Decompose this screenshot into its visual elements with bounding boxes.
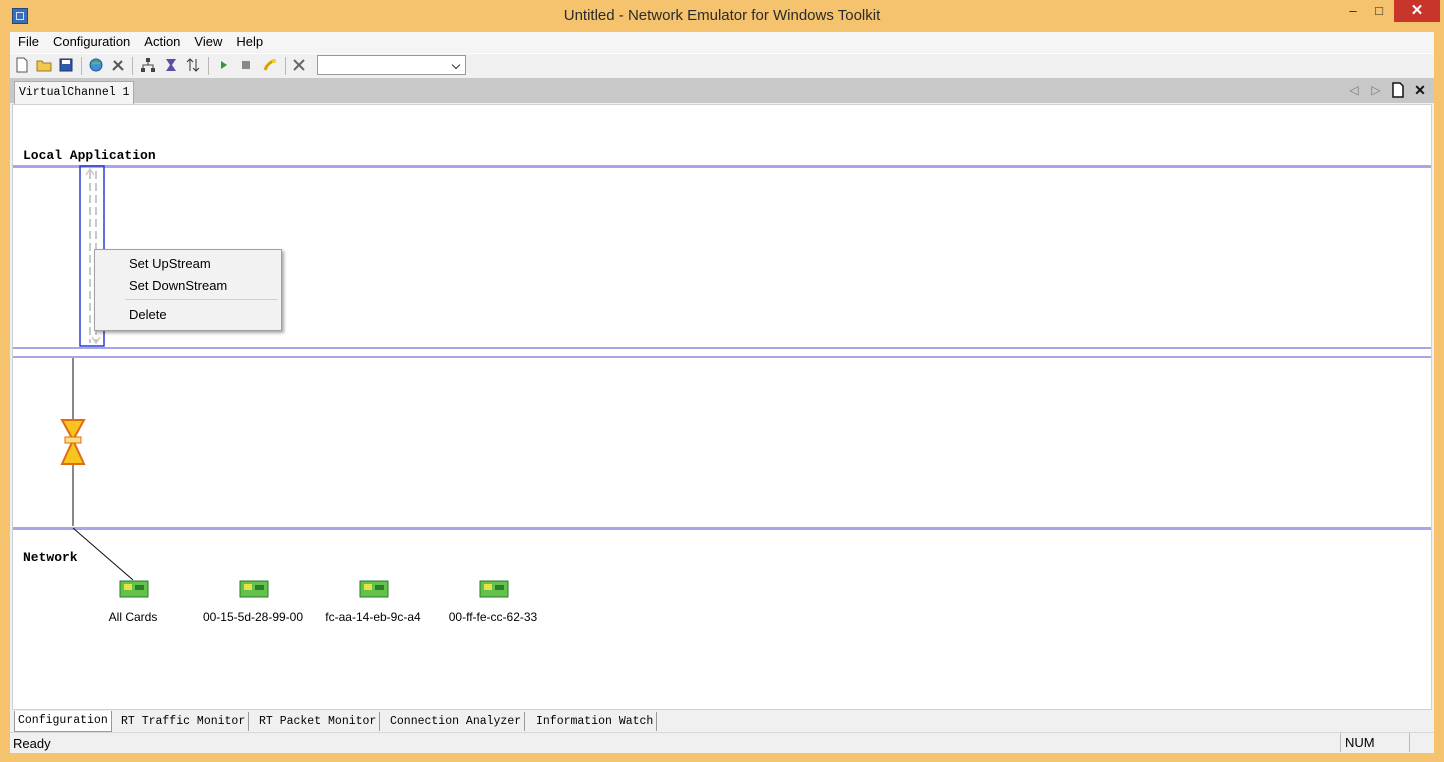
card-icon-all[interactable] [119,579,149,599]
local-application-label: Local Application [23,148,156,163]
tab-connection-analyzer[interactable]: Connection Analyzer [387,712,526,731]
card-label-2: fc-aa-14-eb-9c-a4 [325,610,421,624]
network-connector-line [72,528,134,580]
menu-view[interactable]: View [187,32,229,52]
tab-rt-traffic-monitor[interactable]: RT Traffic Monitor [118,712,250,731]
disconnect-icon[interactable] [291,57,307,73]
status-text: Ready [13,736,51,751]
new-tab-icon[interactable] [1390,82,1406,98]
window-title: Untitled - Network Emulator for Windows … [563,7,881,24]
menu-bar: File Configuration Action View Help [10,32,1434,52]
tab-prev-icon[interactable]: ◁ [1346,82,1362,98]
maximize-icon[interactable]: □ [1362,0,1396,22]
filter-icon[interactable] [163,57,179,73]
channel-canvas[interactable]: Local Application Network All Cards 00-1… [12,104,1432,710]
tab-configuration[interactable]: Configuration [14,711,112,732]
divider-network [13,527,1431,530]
menu-configuration[interactable]: Configuration [46,32,137,52]
menu-help[interactable]: Help [229,32,270,52]
context-menu: Set UpStream Set DownStream Delete [94,249,282,331]
close-tab-icon[interactable]: ✕ [1412,82,1428,98]
menu-action[interactable]: Action [137,32,187,52]
card-label-1: 00-15-5d-28-99-00 [202,610,304,624]
network-icon[interactable] [140,57,156,73]
num-lock-indicator: NUM [1340,733,1410,752]
menu-delete[interactable]: Delete [129,307,167,322]
document-tab-strip: VirtualChannel 1 ◁ ▷ ✕ [10,78,1434,104]
network-label: Network [23,550,78,565]
menu-set-downstream[interactable]: Set DownStream [129,278,227,293]
channel-combo[interactable] [317,55,466,75]
stop-icon[interactable] [238,57,254,73]
menu-file[interactable]: File [10,32,46,52]
card-icon-1[interactable] [239,579,269,599]
open-icon[interactable] [36,57,52,73]
toolbar [10,53,1434,79]
title-bar[interactable]: Untitled - Network Emulator for Windows … [0,0,1444,32]
sort-icon[interactable] [185,57,201,73]
card-icon-3[interactable] [479,579,509,599]
card-label-3: 00-ff-fe-cc-62-33 [448,610,538,624]
play-icon[interactable] [216,57,232,73]
tools-icon[interactable] [110,57,126,73]
divider-local [13,165,1431,168]
card-label-all: All Cards [108,610,158,624]
wizard-icon[interactable] [262,57,278,73]
tab-next-icon[interactable]: ▷ [1368,82,1384,98]
divider-lower [13,356,1431,358]
menu-set-upstream[interactable]: Set UpStream [129,256,211,271]
status-bar: Ready NUM [10,732,1434,753]
divider-upper [13,347,1431,349]
app-window: Untitled - Network Emulator for Windows … [0,0,1444,762]
card-icon-2[interactable] [359,579,389,599]
save-icon[interactable] [58,57,74,73]
tab-rt-packet-monitor[interactable]: RT Packet Monitor [256,712,381,731]
tab-virtualchannel-1[interactable]: VirtualChannel 1 [14,81,135,104]
close-icon[interactable]: ✕ [1394,0,1440,22]
new-icon[interactable] [14,57,30,73]
bottom-tab-strip: Configuration RT Traffic Monitor RT Pack… [10,711,1434,732]
client-area: File Configuration Action View Help VirtualC… [10,32,1434,753]
globe-icon[interactable] [88,57,104,73]
tab-information-watch[interactable]: Information Watch [533,712,658,731]
link-hourglass-icon[interactable] [60,418,86,466]
